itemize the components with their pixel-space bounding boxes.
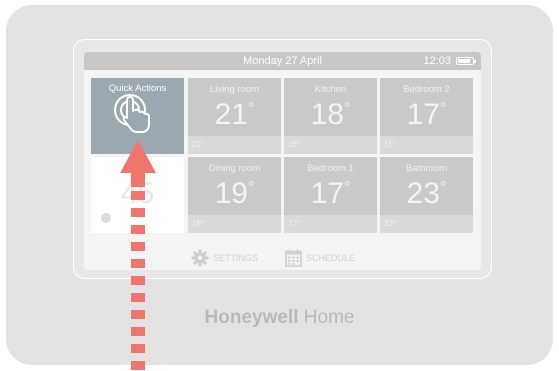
room-setpoint: 15° <box>384 140 397 149</box>
room-tile-dining-room[interactable]: Dining room 19° 18° <box>188 157 281 233</box>
room-name: Living room <box>209 84 260 95</box>
room-setpoint-bar: 18° <box>284 136 377 154</box>
schedule-label: SCHEDULE <box>306 253 356 263</box>
settings-label: SETTINGS <box>213 253 259 263</box>
room-tile-living-room[interactable]: Living room 21° 21° <box>188 78 281 154</box>
room-tile-kitchen[interactable]: Kitchen 18° 18° <box>284 78 377 154</box>
date-label: Monday 27 April <box>243 55 322 67</box>
room-setpoint: 18° <box>192 219 205 228</box>
room-temp: 19° <box>214 177 255 210</box>
brand-logo: Honeywell Home <box>204 307 355 328</box>
room-temp: 17° <box>406 98 447 131</box>
gear-icon <box>191 249 209 267</box>
touch-icon <box>114 94 150 133</box>
room-setpoint-bar: 21° <box>188 136 281 154</box>
room-setpoint: 23° <box>384 219 397 228</box>
room-setpoint: 21° <box>192 140 205 149</box>
room-tile-bedroom-1[interactable]: Bedroom 1 17° 17° <box>284 157 377 233</box>
room-temp: 18° <box>310 98 351 131</box>
arrow-up-icon <box>120 140 156 370</box>
calendar-icon <box>285 249 302 267</box>
room-name: Bedroom 2 <box>403 84 450 95</box>
room-name: Dining room <box>208 163 261 174</box>
room-name: Bedroom 1 <box>307 163 354 174</box>
room-temp: 23° <box>406 177 447 210</box>
room-setpoint: 17° <box>288 219 301 228</box>
status-bar: Monday 27 April 12:03 <box>84 52 481 70</box>
time-label: 12:03 <box>423 55 451 67</box>
settings-button[interactable]: SETTINGS <box>191 246 258 270</box>
battery-icon <box>456 57 476 65</box>
room-setpoint-bar: 18° <box>188 215 281 233</box>
schedule-button[interactable]: SCHEDULE <box>285 246 355 270</box>
room-tile-bathroom[interactable]: Bathroom 23° 23° <box>380 157 473 233</box>
room-temp: 17° <box>310 177 351 210</box>
room-setpoint-bar: 23° <box>380 215 473 233</box>
room-temp: 21° <box>214 98 255 131</box>
room-setpoint-bar: 15° <box>380 136 473 154</box>
room-name: Bathroom <box>405 163 448 174</box>
room-name: Kitchen <box>314 84 347 95</box>
room-setpoint: 18° <box>288 140 301 149</box>
status-dot <box>101 213 111 223</box>
room-setpoint-bar: 17° <box>284 215 377 233</box>
room-tile-bedroom-2[interactable]: Bedroom 2 17° 15° <box>380 78 473 154</box>
